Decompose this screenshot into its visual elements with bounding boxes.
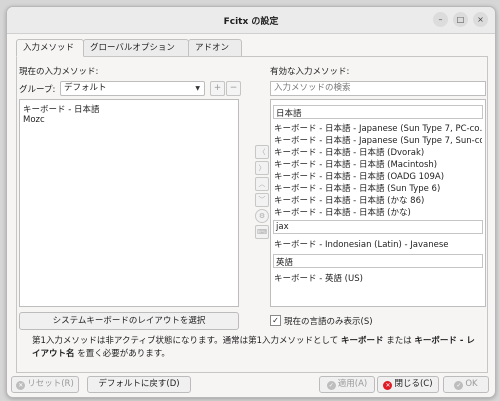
available-methods-heading: 有効な入力メソッド: (270, 67, 350, 77)
group-label: グループ: (19, 85, 56, 95)
tab-input-method[interactable]: 入力メソッド (16, 39, 84, 57)
list-item[interactable]: キーボード - 日本語 - 日本語 (OADG 109A) (274, 170, 444, 182)
current-methods-heading: 現在の入力メソッド: (19, 67, 99, 77)
only-current-language-label[interactable]: 現在の言語のみ表示(S) (284, 315, 373, 327)
search-input[interactable]: 入力メソッドの検索 (270, 81, 486, 96)
close-window-button[interactable]: × (473, 12, 488, 27)
apply-label: 適用(A) (337, 379, 368, 389)
note-bold-keyboard: キーボード (340, 336, 384, 346)
add-group-button[interactable]: + (210, 81, 225, 96)
maximize-button[interactable]: □ (453, 12, 468, 27)
ok-button[interactable]: ✓ OK (443, 376, 489, 393)
note-text: を置く必要があります。 (74, 349, 170, 359)
close-button[interactable]: ✕ 閉じる(C) (377, 376, 439, 393)
window-title: Fcitx の設定 (223, 17, 279, 27)
settings-window: Fcitx の設定 – □ × 入力メソッド グローバルオプション アドオン 現… (6, 6, 496, 398)
note-text: 第1入力メソッドは非アクティブ状態になります。通常は第1入力メソッドとして (32, 336, 341, 346)
close-icon: ✕ (383, 381, 393, 390)
chevron-down-icon: ▼ (195, 85, 200, 92)
note-text: または (383, 336, 415, 346)
input-method-panel: 現在の入力メソッド: グループ: デフォルト ▼ + − キーボード - 日本語… (16, 56, 488, 373)
title-bar: Fcitx の設定 – □ × (7, 7, 495, 34)
list-item[interactable]: キーボード - 日本語 - Japanese (Sun Type 7, PC-c… (274, 122, 482, 134)
group-select-value: デフォルト (64, 83, 107, 93)
reset-icon: ✕ (16, 381, 26, 390)
group-name: jax (276, 222, 289, 232)
list-item[interactable]: キーボード - 日本語 - 日本語 (Macintosh) (274, 158, 437, 170)
current-methods-list[interactable]: キーボード - 日本語 Mozc (19, 99, 239, 307)
check-icon: ✓ (454, 381, 464, 390)
only-current-language-checkbox[interactable]: ✓ (270, 315, 281, 326)
reset-button[interactable]: ✕ リセット(R) (11, 376, 79, 393)
defaults-button[interactable]: デフォルトに戻す(D) (87, 376, 191, 393)
chevron-right-icon[interactable]: 〉 (255, 161, 269, 175)
group-select[interactable]: デフォルト ▼ (60, 81, 205, 96)
chevron-up-icon[interactable]: ︿ (255, 177, 269, 191)
minimize-button[interactable]: – (433, 12, 448, 27)
tab-global-options[interactable]: グローバルオプション (83, 39, 189, 57)
check-icon: ✓ (326, 381, 336, 390)
apply-button[interactable]: ✓ 適用(A) (319, 376, 375, 393)
group-header-english: 英語 (273, 254, 483, 268)
list-item[interactable]: キーボード - 英語 (US) (274, 272, 363, 284)
select-keyboard-layout-button[interactable]: システムキーボードのレイアウトを選択 (19, 312, 239, 330)
available-methods-list[interactable]: 日本語 キーボード - 日本語 - Japanese (Sun Type 7, … (270, 99, 486, 307)
reset-label: リセット(R) (27, 379, 74, 389)
group-name: 日本語 (276, 109, 302, 119)
list-item[interactable]: キーボード - 日本語 (23, 103, 99, 115)
ok-label: OK (465, 379, 478, 389)
group-name: 英語 (276, 258, 294, 268)
group-header-jax: jax (273, 220, 483, 234)
chevron-left-icon[interactable]: 〈 (255, 145, 269, 159)
list-item[interactable]: キーボード - Indonesian (Latin) - Javanese (274, 238, 449, 250)
list-item[interactable]: キーボード - 日本語 - 日本語 (かな) (274, 206, 411, 218)
chevron-down-icon[interactable]: ﹀ (255, 193, 269, 207)
close-label: 閉じる(C) (394, 379, 433, 389)
list-item[interactable]: キーボード - 日本語 - 日本語 (Sun Type 6) (274, 182, 440, 194)
list-item[interactable]: キーボード - 日本語 - 日本語 (Dvorak) (274, 146, 424, 158)
group-header-japanese: 日本語 (273, 105, 483, 119)
keyboard-icon[interactable]: ⌨ (255, 225, 269, 239)
list-item[interactable]: Mozc (23, 115, 45, 125)
tab-addons[interactable]: アドオン (188, 39, 242, 57)
list-item[interactable]: キーボード - 日本語 - Japanese (Sun Type 7, Sun-… (274, 134, 482, 146)
info-note: 第1入力メソッドは非アクティブ状態になります。通常は第1入力メソッドとして キー… (32, 335, 478, 361)
remove-group-button[interactable]: − (226, 81, 241, 96)
list-item[interactable]: キーボード - 日本語 - 日本語 (かな 86) (274, 194, 424, 206)
gear-icon[interactable]: ⚙ (255, 209, 269, 223)
